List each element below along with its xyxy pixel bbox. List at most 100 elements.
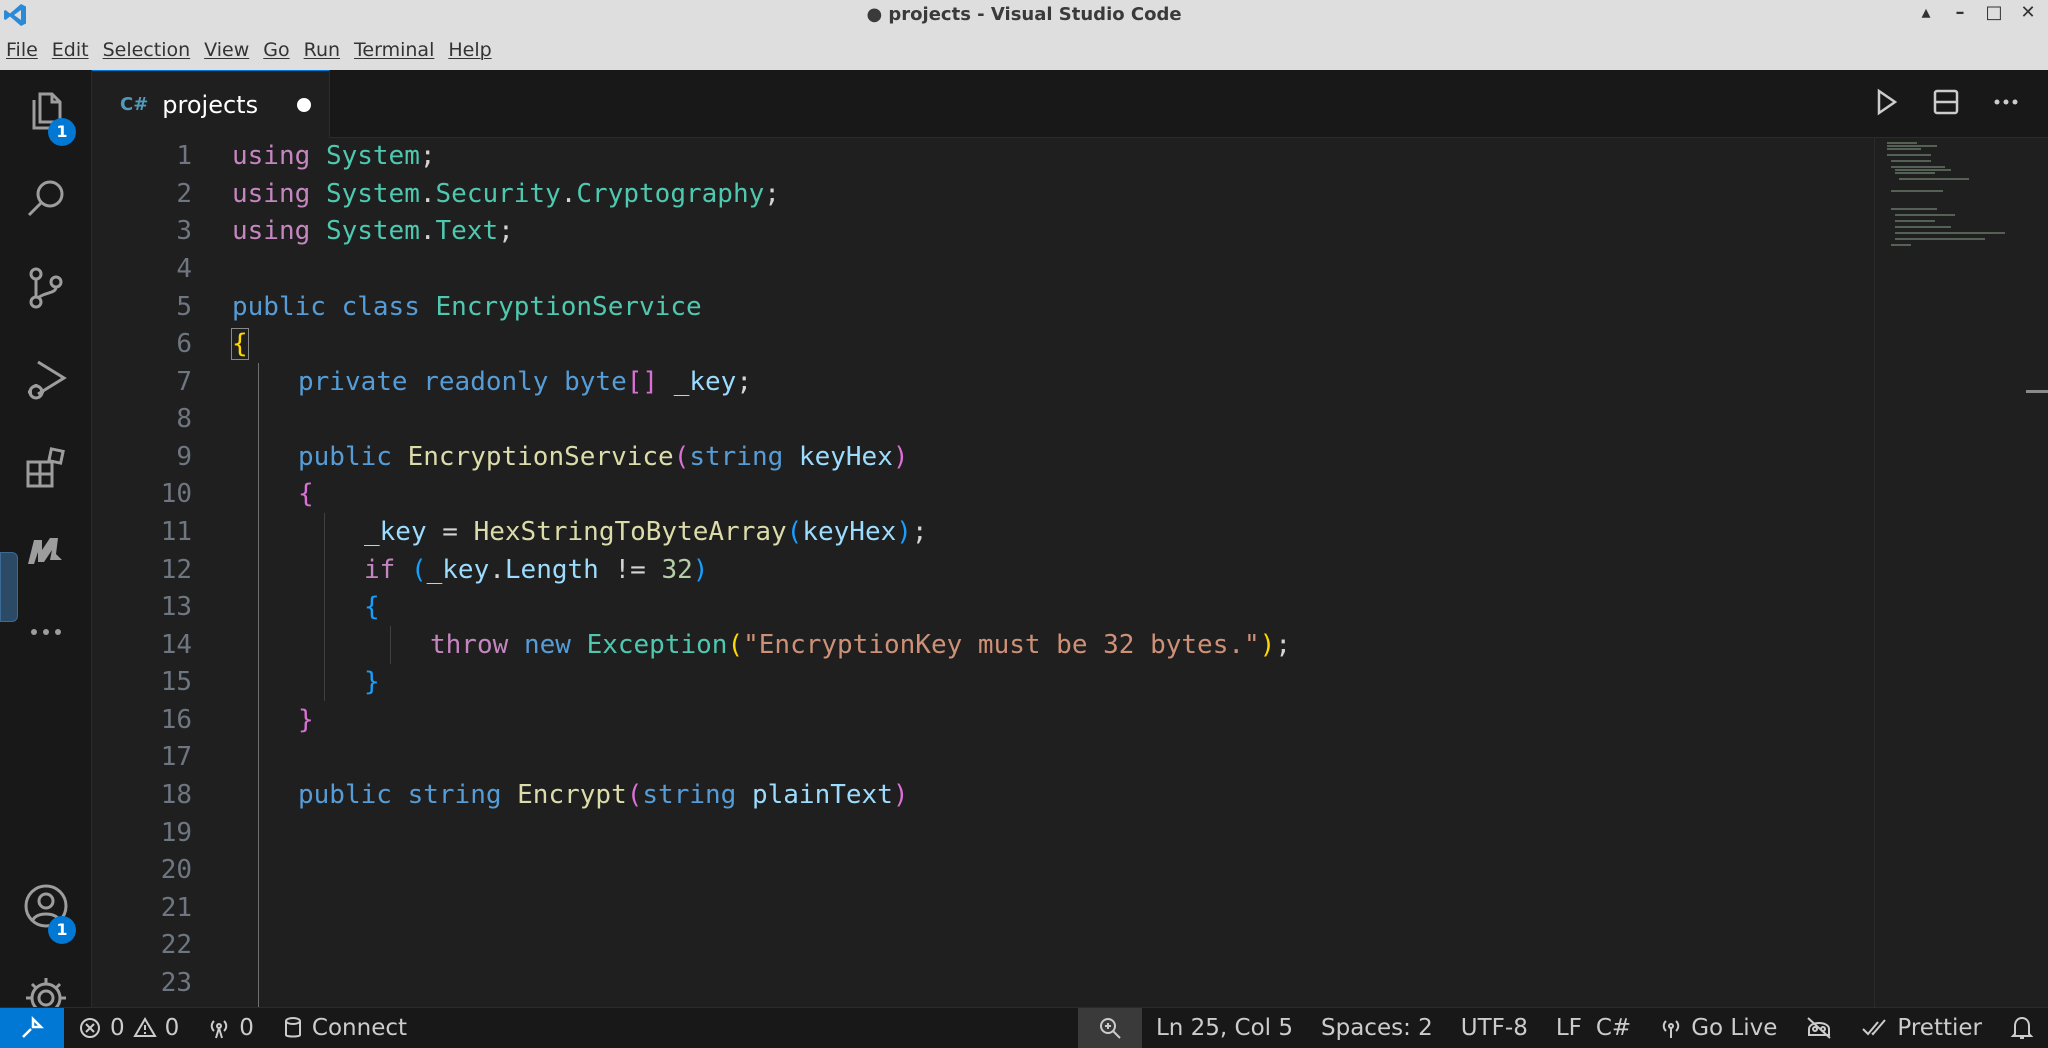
- line-number: 1: [176, 141, 192, 171]
- menu-terminal[interactable]: Terminal: [354, 39, 434, 61]
- token: HexStringToByteArray: [473, 517, 787, 547]
- line-number: 15: [160, 667, 192, 697]
- copilot-button[interactable]: [1791, 1008, 1847, 1048]
- token: {: [364, 592, 380, 622]
- token: System: [325, 141, 420, 171]
- token: byte: [564, 367, 627, 397]
- encoding-setting[interactable]: UTF-8: [1447, 1008, 1542, 1048]
- remote-indicator[interactable]: [0, 1007, 64, 1048]
- menu-file[interactable]: File: [6, 39, 38, 61]
- token: System: [325, 179, 420, 209]
- menu-bar: File Edit Selection View Go Run Terminal…: [0, 30, 2048, 70]
- menu-go[interactable]: Go: [263, 39, 289, 61]
- token: ): [896, 517, 912, 547]
- activity-source-control[interactable]: [0, 248, 92, 328]
- window-minimize-button[interactable]: –: [1950, 2, 1970, 26]
- token: .: [560, 179, 577, 209]
- eol-setting[interactable]: LF: [1542, 1008, 1596, 1048]
- code-line-12: if (_key.Length != 32): [364, 551, 708, 589]
- minimap-line: [1891, 160, 1931, 162]
- activity-extensions[interactable]: [0, 428, 92, 508]
- token: using: [232, 216, 311, 246]
- zoom-button[interactable]: [1077, 1007, 1142, 1048]
- run-file-button[interactable]: [1868, 84, 1904, 120]
- token: =: [426, 517, 474, 547]
- token: _key: [364, 517, 427, 547]
- activity-run-debug[interactable]: [0, 340, 92, 420]
- go-live-button[interactable]: Go Live: [1645, 1008, 1791, 1048]
- line-number: 22: [160, 930, 192, 960]
- error-count: 0: [110, 1015, 125, 1041]
- broadcast-icon: [1662, 1020, 1680, 1038]
- tab-projects[interactable]: C# projects: [92, 70, 330, 138]
- minimap[interactable]: [1874, 138, 2048, 1007]
- minimap-line: [1887, 148, 1921, 150]
- scrollbar-thumb[interactable]: [2026, 390, 2048, 393]
- token: (: [786, 517, 803, 547]
- window-restore-button[interactable]: ▴: [1916, 2, 1936, 26]
- menu-help[interactable]: Help: [448, 39, 491, 61]
- window-maximize-button[interactable]: □: [1984, 2, 2004, 26]
- token: string: [407, 780, 502, 810]
- warning-icon: [132, 1017, 157, 1037]
- token: (: [410, 555, 427, 585]
- minimap-line: [1895, 214, 1955, 216]
- remote-icon: [22, 1015, 45, 1038]
- connect-button[interactable]: Connect: [268, 1008, 421, 1048]
- problems-indicator[interactable]: 0 0: [64, 1008, 193, 1048]
- token: .: [419, 179, 436, 209]
- warning-count: 0: [164, 1015, 180, 1041]
- token: }: [298, 705, 314, 735]
- line-number: 8: [176, 404, 192, 434]
- token: keyHex: [798, 442, 893, 472]
- token: _key: [673, 367, 737, 397]
- activity-search[interactable]: [0, 158, 92, 238]
- search-icon: [27, 180, 64, 217]
- indentation-setting[interactable]: Spaces: 2: [1307, 1008, 1447, 1048]
- token: }: [364, 667, 380, 697]
- activity-explorer[interactable]: 1: [0, 70, 92, 150]
- token: {: [231, 328, 249, 360]
- menu-view[interactable]: View: [204, 39, 249, 61]
- code-line-13: {: [364, 588, 380, 626]
- minimap-line: [1887, 145, 1937, 147]
- code-area[interactable]: using System; using System.Security.Cryp…: [231, 138, 1932, 1007]
- token: string: [689, 442, 784, 472]
- cursor-position[interactable]: Ln 25, Col 5: [1142, 1008, 1307, 1048]
- menu-run[interactable]: Run: [304, 39, 340, 61]
- token: "EncryptionKey must be 32 bytes.": [743, 630, 1260, 660]
- menu-selection[interactable]: Selection: [103, 39, 191, 61]
- language-mode[interactable]: C#: [1596, 1008, 1645, 1048]
- token: _key: [426, 555, 490, 585]
- window-title: ● projects - Visual Studio Code: [866, 4, 1182, 25]
- token: public: [298, 780, 392, 810]
- line-number: 6: [176, 329, 192, 359]
- prettier-button[interactable]: Prettier: [1847, 1008, 1996, 1048]
- run-debug-icon: [28, 360, 67, 400]
- line-number: 14: [160, 630, 192, 660]
- code-line-1: using System;: [232, 138, 436, 175]
- token: new: [523, 630, 571, 660]
- line-number: 20: [160, 855, 192, 885]
- activity-accounts[interactable]: 1: [0, 866, 92, 946]
- more-actions-button[interactable]: [1988, 84, 2024, 120]
- token: ;: [419, 141, 436, 171]
- copilot-disabled-icon: [1807, 1017, 1832, 1039]
- window-close-button[interactable]: ✕: [2018, 2, 2038, 26]
- error-icon: [80, 1018, 100, 1038]
- unsaved-dot-icon[interactable]: [297, 98, 311, 112]
- token: keyHex: [802, 517, 897, 547]
- code-line-18: public string Encrypt(string plainText): [298, 776, 909, 814]
- code-editor[interactable]: 1 2 3 4 5 6 7 8 9 10 11 12 13 14 15 16 1…: [92, 138, 2048, 1007]
- sidebar-toggle-handle[interactable]: [0, 552, 18, 622]
- token: readonly: [423, 367, 549, 397]
- token: using: [232, 179, 311, 209]
- split-editor-button[interactable]: [1928, 84, 1964, 120]
- more-icon: [31, 629, 61, 635]
- line-number: 13: [160, 592, 192, 622]
- activity-bar: 1 1: [0, 70, 92, 1018]
- token: (: [626, 780, 643, 810]
- menu-edit[interactable]: Edit: [52, 39, 89, 61]
- ports-indicator[interactable]: 0: [193, 1008, 268, 1048]
- notifications-button[interactable]: [1996, 1008, 2048, 1048]
